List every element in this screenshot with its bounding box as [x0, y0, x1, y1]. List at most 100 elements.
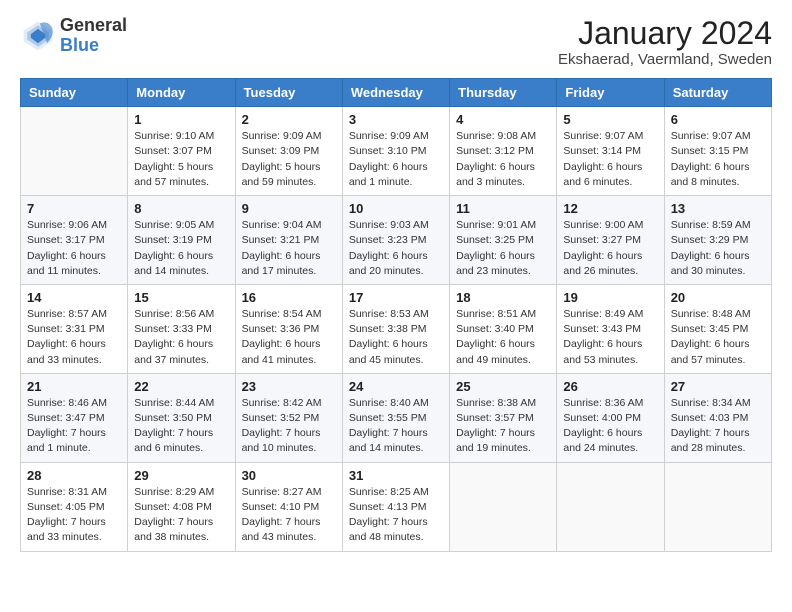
- day-number: 1: [134, 112, 228, 127]
- calendar-cell: 5 Sunrise: 9:07 AM Sunset: 3:14 PM Daylig…: [557, 107, 664, 196]
- calendar-cell: 1 Sunrise: 9:10 AM Sunset: 3:07 PM Daylig…: [128, 107, 235, 196]
- day-number: 8: [134, 201, 228, 216]
- calendar-cell: 23 Sunrise: 8:42 AM Sunset: 3:52 PM Dayli…: [235, 373, 342, 462]
- day-info: Sunrise: 8:27 AM Sunset: 4:10 PM Dayligh…: [242, 485, 336, 546]
- day-info: Sunrise: 8:46 AM Sunset: 3:47 PM Dayligh…: [27, 396, 121, 457]
- logo-text: General Blue: [60, 16, 127, 56]
- day-info: Sunrise: 8:34 AM Sunset: 4:03 PM Dayligh…: [671, 396, 765, 457]
- day-info: Sunrise: 8:53 AM Sunset: 3:38 PM Dayligh…: [349, 307, 443, 368]
- header-cell-wednesday: Wednesday: [342, 79, 449, 107]
- header-cell-monday: Monday: [128, 79, 235, 107]
- day-number: 28: [27, 468, 121, 483]
- calendar-cell: 22Sunrise: 8:44 AM Sunset: 3:50 PM Dayli…: [128, 373, 235, 462]
- day-number: 23: [242, 379, 336, 394]
- calendar-cell: 7 Sunrise: 9:06 AM Sunset: 3:17 PM Daylig…: [21, 196, 128, 285]
- calendar-cell: [21, 107, 128, 196]
- calendar-cell: 26 Sunrise: 8:36 AM Sunset: 4:00 PM Dayli…: [557, 373, 664, 462]
- day-info: Sunrise: 8:54 AM Sunset: 3:36 PM Dayligh…: [242, 307, 336, 368]
- calendar-cell: 4 Sunrise: 9:08 AM Sunset: 3:12 PM Daylig…: [450, 107, 557, 196]
- day-number: 5: [563, 112, 657, 127]
- calendar-cell: 18 Sunrise: 8:51 AM Sunset: 3:40 PM Dayli…: [450, 284, 557, 373]
- day-number: 14: [27, 290, 121, 305]
- calendar-cell: 20Sunrise: 8:48 AM Sunset: 3:45 PM Dayli…: [664, 284, 771, 373]
- day-info: Sunrise: 9:06 AM Sunset: 3:17 PM Dayligh…: [27, 218, 121, 279]
- calendar-cell: 17Sunrise: 8:53 AM Sunset: 3:38 PM Dayli…: [342, 284, 449, 373]
- calendar-cell: 12Sunrise: 9:00 AM Sunset: 3:27 PM Dayli…: [557, 196, 664, 285]
- day-info: Sunrise: 9:08 AM Sunset: 3:12 PM Dayligh…: [456, 129, 550, 190]
- day-number: 26: [563, 379, 657, 394]
- day-info: Sunrise: 9:09 AM Sunset: 3:10 PM Dayligh…: [349, 129, 443, 190]
- calendar-cell: 9 Sunrise: 9:04 AM Sunset: 3:21 PM Daylig…: [235, 196, 342, 285]
- header-cell-tuesday: Tuesday: [235, 79, 342, 107]
- day-info: Sunrise: 8:51 AM Sunset: 3:40 PM Dayligh…: [456, 307, 550, 368]
- calendar-cell: 15 Sunrise: 8:56 AM Sunset: 3:33 PM Dayli…: [128, 284, 235, 373]
- day-number: 18: [456, 290, 550, 305]
- calendar-cell: 27 Sunrise: 8:34 AM Sunset: 4:03 PM Dayli…: [664, 373, 771, 462]
- week-row-5: 28 Sunrise: 8:31 AM Sunset: 4:05 PM Dayli…: [21, 462, 772, 551]
- calendar-cell: [664, 462, 771, 551]
- day-number: 19: [563, 290, 657, 305]
- day-number: 10: [349, 201, 443, 216]
- day-number: 25: [456, 379, 550, 394]
- day-number: 20: [671, 290, 765, 305]
- calendar-cell: 10 Sunrise: 9:03 AM Sunset: 3:23 PM Dayli…: [342, 196, 449, 285]
- header-row: SundayMondayTuesdayWednesdayThursdayFrid…: [21, 79, 772, 107]
- calendar-cell: 28 Sunrise: 8:31 AM Sunset: 4:05 PM Dayli…: [21, 462, 128, 551]
- day-info: Sunrise: 8:44 AM Sunset: 3:50 PM Dayligh…: [134, 396, 228, 457]
- day-number: 13: [671, 201, 765, 216]
- calendar-title: January 2024: [558, 16, 772, 51]
- day-number: 6: [671, 112, 765, 127]
- calendar-cell: 29 Sunrise: 8:29 AM Sunset: 4:08 PM Dayli…: [128, 462, 235, 551]
- day-info: Sunrise: 9:10 AM Sunset: 3:07 PM Dayligh…: [134, 129, 228, 190]
- day-info: Sunrise: 9:01 AM Sunset: 3:25 PM Dayligh…: [456, 218, 550, 279]
- day-info: Sunrise: 8:29 AM Sunset: 4:08 PM Dayligh…: [134, 485, 228, 546]
- day-number: 21: [27, 379, 121, 394]
- day-info: Sunrise: 9:00 AM Sunset: 3:27 PM Dayligh…: [563, 218, 657, 279]
- day-info: Sunrise: 9:04 AM Sunset: 3:21 PM Dayligh…: [242, 218, 336, 279]
- day-info: Sunrise: 8:36 AM Sunset: 4:00 PM Dayligh…: [563, 396, 657, 457]
- calendar-cell: 21 Sunrise: 8:46 AM Sunset: 3:47 PM Dayli…: [21, 373, 128, 462]
- day-number: 29: [134, 468, 228, 483]
- day-info: Sunrise: 8:59 AM Sunset: 3:29 PM Dayligh…: [671, 218, 765, 279]
- day-number: 16: [242, 290, 336, 305]
- day-number: 31: [349, 468, 443, 483]
- day-number: 7: [27, 201, 121, 216]
- week-row-1: 1 Sunrise: 9:10 AM Sunset: 3:07 PM Daylig…: [21, 107, 772, 196]
- calendar-header: SundayMondayTuesdayWednesdayThursdayFrid…: [21, 79, 772, 107]
- day-number: 27: [671, 379, 765, 394]
- calendar-cell: 24Sunrise: 8:40 AM Sunset: 3:55 PM Dayli…: [342, 373, 449, 462]
- logo: General Blue: [20, 16, 127, 56]
- calendar-cell: 14Sunrise: 8:57 AM Sunset: 3:31 PM Dayli…: [21, 284, 128, 373]
- day-info: Sunrise: 9:09 AM Sunset: 3:09 PM Dayligh…: [242, 129, 336, 190]
- day-info: Sunrise: 9:03 AM Sunset: 3:23 PM Dayligh…: [349, 218, 443, 279]
- calendar-cell: 19 Sunrise: 8:49 AM Sunset: 3:43 PM Dayli…: [557, 284, 664, 373]
- logo-icon: [20, 18, 56, 54]
- logo-blue-text: Blue: [60, 35, 99, 55]
- week-row-2: 7 Sunrise: 9:06 AM Sunset: 3:17 PM Daylig…: [21, 196, 772, 285]
- day-info: Sunrise: 8:42 AM Sunset: 3:52 PM Dayligh…: [242, 396, 336, 457]
- header: General Blue January 2024 Ekshaerad, Vae…: [20, 16, 772, 68]
- day-number: 9: [242, 201, 336, 216]
- page: General Blue January 2024 Ekshaerad, Vae…: [0, 0, 792, 612]
- calendar-cell: 3Sunrise: 9:09 AM Sunset: 3:10 PM Daylig…: [342, 107, 449, 196]
- week-row-4: 21 Sunrise: 8:46 AM Sunset: 3:47 PM Dayli…: [21, 373, 772, 462]
- day-number: 4: [456, 112, 550, 127]
- day-info: Sunrise: 8:49 AM Sunset: 3:43 PM Dayligh…: [563, 307, 657, 368]
- logo-general-text: General: [60, 15, 127, 35]
- calendar-table: SundayMondayTuesdayWednesdayThursdayFrid…: [20, 78, 772, 551]
- calendar-cell: 25Sunrise: 8:38 AM Sunset: 3:57 PM Dayli…: [450, 373, 557, 462]
- day-number: 15: [134, 290, 228, 305]
- day-info: Sunrise: 8:56 AM Sunset: 3:33 PM Dayligh…: [134, 307, 228, 368]
- header-cell-saturday: Saturday: [664, 79, 771, 107]
- calendar-cell: 13 Sunrise: 8:59 AM Sunset: 3:29 PM Dayli…: [664, 196, 771, 285]
- calendar-subtitle: Ekshaerad, Vaermland, Sweden: [558, 51, 772, 68]
- day-info: Sunrise: 8:31 AM Sunset: 4:05 PM Dayligh…: [27, 485, 121, 546]
- day-number: 24: [349, 379, 443, 394]
- calendar-cell: [450, 462, 557, 551]
- header-cell-thursday: Thursday: [450, 79, 557, 107]
- day-info: Sunrise: 9:07 AM Sunset: 3:15 PM Dayligh…: [671, 129, 765, 190]
- day-info: Sunrise: 9:07 AM Sunset: 3:14 PM Dayligh…: [563, 129, 657, 190]
- day-number: 11: [456, 201, 550, 216]
- calendar-cell: 2Sunrise: 9:09 AM Sunset: 3:09 PM Daylig…: [235, 107, 342, 196]
- header-cell-sunday: Sunday: [21, 79, 128, 107]
